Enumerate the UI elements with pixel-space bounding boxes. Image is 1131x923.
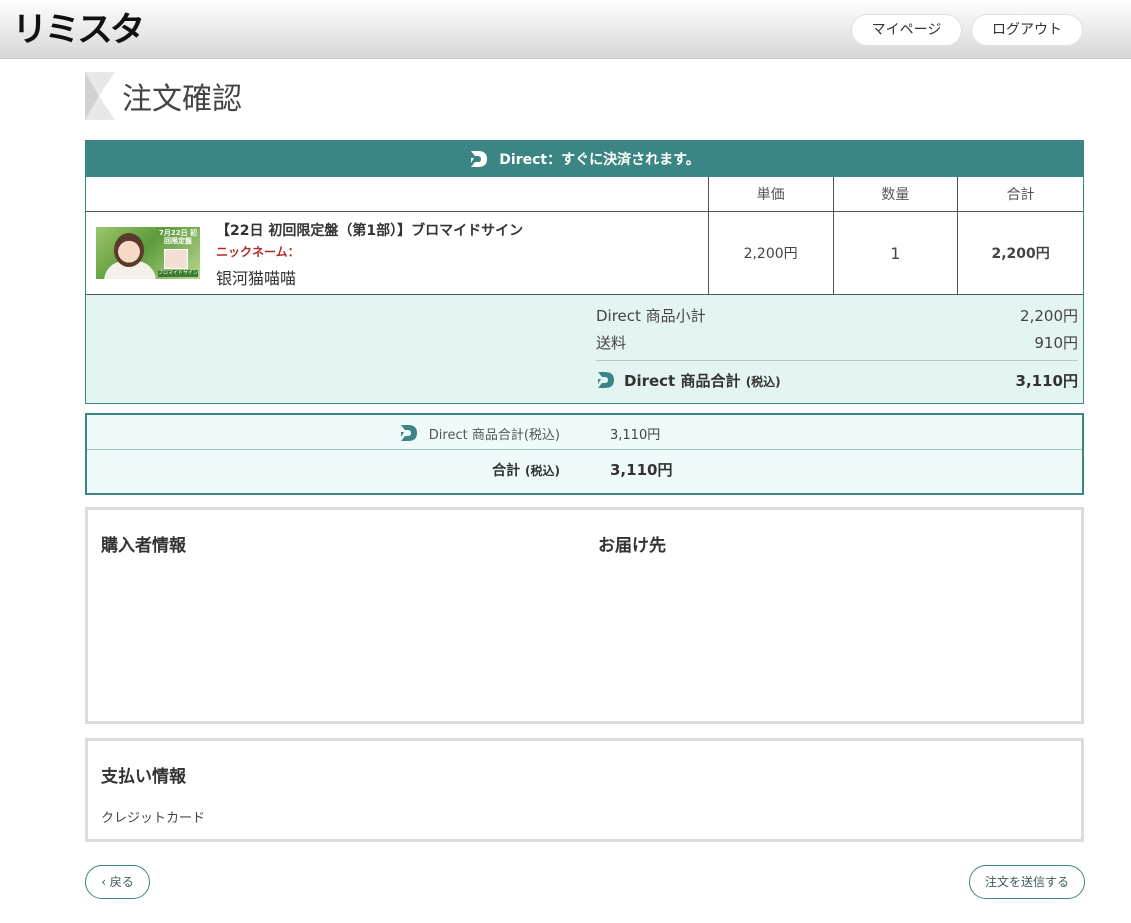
shipping-row: 送料 910円 bbox=[596, 332, 1078, 353]
page-title: 注文確認 bbox=[122, 82, 242, 117]
shipping-label: 送料 bbox=[596, 334, 627, 352]
thumbnail-band: ブロマイドサイン bbox=[158, 270, 199, 277]
grand-direct-row: Direct 商品合計(税込) 3,110円 bbox=[87, 415, 1082, 450]
grand-total-label: 合計 bbox=[492, 463, 521, 479]
quantity-value: 1 bbox=[834, 212, 959, 294]
thumbnail-title: 7月22日 初回限定盤 bbox=[158, 229, 198, 245]
direct-total-value: 3,110円 bbox=[1015, 372, 1078, 390]
column-total: 合計 bbox=[1006, 187, 1035, 203]
table-header-row: 単価 数量 合計 bbox=[86, 176, 1083, 211]
direct-logo-icon bbox=[471, 150, 488, 167]
direct-logo-icon bbox=[401, 425, 417, 441]
site-logo[interactable]: リミスタ bbox=[12, 12, 145, 48]
grand-total-value: 3,110円 bbox=[610, 461, 673, 479]
product-thumbnail: 7月22日 初回限定盤 ブロマイドサイン bbox=[96, 227, 200, 279]
summary-divider bbox=[596, 360, 1078, 361]
logout-button[interactable]: ログアウト bbox=[971, 14, 1083, 46]
direct-summary: Direct 商品小計 2,200円 送料 910円 Direct 商品合計 (… bbox=[86, 294, 1083, 403]
destination-title: お届け先 bbox=[598, 536, 666, 556]
grand-direct-label: Direct 商品合計(税込) bbox=[428, 428, 560, 443]
payment-info-box: 支払い情報 クレジットカード bbox=[85, 738, 1084, 842]
grand-direct-value: 3,110円 bbox=[610, 428, 661, 443]
column-unit-price: 単価 bbox=[709, 177, 834, 211]
mypage-button[interactable]: マイページ bbox=[851, 14, 962, 46]
item-total-value: 2,200円 bbox=[991, 246, 1050, 262]
buyer-info-box: 購入者情報 お届け先 bbox=[85, 507, 1084, 724]
order-table: Direct：すぐに決済されます。 単価 数量 合計 7月22日 初回限定盤 ブ… bbox=[85, 140, 1084, 404]
direct-banner: Direct：すぐに決済されます。 bbox=[86, 141, 1083, 176]
subtotal-value: 2,200円 bbox=[1020, 307, 1078, 325]
site-header: リミスタ マイページ ログアウト bbox=[0, 0, 1131, 59]
grand-total-tax: (税込) bbox=[525, 464, 560, 478]
shipping-value: 910円 bbox=[1034, 334, 1078, 352]
subtotal-label: Direct 商品小計 bbox=[596, 307, 706, 325]
nickname-value: 银河猫喵喵 bbox=[216, 269, 297, 288]
column-quantity: 数量 bbox=[834, 177, 959, 211]
subtotal-row: Direct 商品小計 2,200円 bbox=[596, 305, 1078, 326]
back-button[interactable]: ‹ 戻る bbox=[85, 865, 150, 899]
title-ribbon-icon bbox=[85, 72, 115, 120]
grand-total-box: Direct 商品合計(税込) 3,110円 合計 (税込) 3,110円 bbox=[85, 413, 1084, 495]
product-name: 【22日 初回限定盤（第1部）】ブロマイドサイン bbox=[216, 223, 524, 239]
table-row: 7月22日 初回限定盤 ブロマイドサイン 【22日 初回限定盤（第1部）】ブロマ… bbox=[86, 211, 1083, 294]
nickname-label: ニックネーム： bbox=[216, 245, 300, 259]
direct-total-label: Direct 商品合計 bbox=[624, 372, 741, 390]
direct-banner-text: Direct：すぐに決済されます。 bbox=[499, 151, 700, 168]
direct-logo-icon bbox=[598, 372, 614, 388]
payment-info-title: 支払い情報 bbox=[101, 767, 186, 787]
submit-order-button[interactable]: 注文を送信する bbox=[969, 865, 1085, 899]
payment-method: クレジットカード bbox=[101, 811, 206, 826]
unit-price-value: 2,200円 bbox=[709, 212, 834, 294]
direct-total-tax: (税込) bbox=[745, 375, 781, 389]
buyer-info-title: 購入者情報 bbox=[101, 536, 186, 556]
